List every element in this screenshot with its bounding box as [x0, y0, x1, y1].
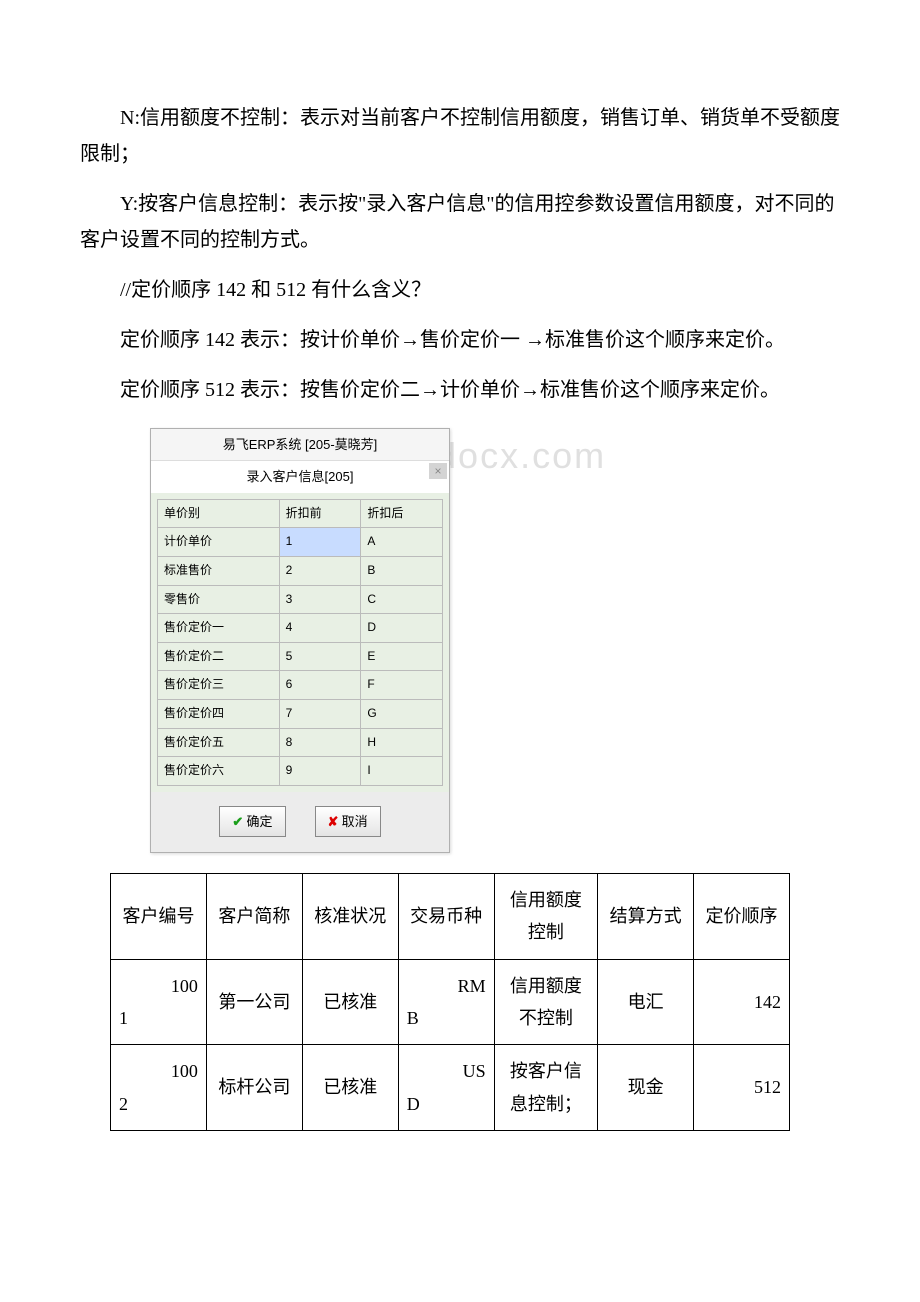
check-icon: ✔: [232, 814, 243, 829]
grid-row[interactable]: 售价定价二 5 E: [158, 642, 443, 671]
cell-before[interactable]: 1: [279, 528, 361, 557]
col-credit-control: 信用额度控制: [494, 873, 598, 959]
paragraph-5: 定价顺序 512 表示：按售价定价二→计价单价→标准售价这个顺序来定价。: [80, 372, 840, 408]
cell-pricetype: 售价定价三: [158, 671, 280, 700]
cell-after[interactable]: F: [361, 671, 443, 700]
cell-customer-code: 100 2: [111, 1045, 207, 1131]
cell-currency: RM B: [398, 959, 494, 1045]
col-approval-status: 核准状况: [302, 873, 398, 959]
cancel-button[interactable]: ✘ 取消: [315, 806, 381, 837]
cell-pricetype: 售价定价四: [158, 699, 280, 728]
cell-customer-code: 100 1: [111, 959, 207, 1045]
cell-approval: 已核准: [302, 1045, 398, 1131]
cell-pricetype: 售价定价二: [158, 642, 280, 671]
cell-after[interactable]: A: [361, 528, 443, 557]
ok-button[interactable]: ✔ 确定: [219, 806, 285, 837]
paragraph-2: Y:按客户信息控制：表示按"录入客户信息"的信用控参数设置信用额度，对不同的客户…: [80, 186, 840, 258]
cell-after[interactable]: I: [361, 757, 443, 786]
grid-row[interactable]: 售价定价六 9 I: [158, 757, 443, 786]
table-header-row: 客户编号 客户简称 核准状况 交易币种 信用额度控制 结算方式 定价顺序: [111, 873, 790, 959]
currency-top: US: [407, 1055, 486, 1087]
dialog-system-title: 易飞ERP系统 [205-莫晓芳]: [151, 429, 449, 461]
code-top: 100: [119, 970, 198, 1002]
cell-after[interactable]: E: [361, 642, 443, 671]
cell-before[interactable]: 9: [279, 757, 361, 786]
cell-before[interactable]: 5: [279, 642, 361, 671]
dialog-subtitle-text: 录入客户信息[205]: [247, 469, 354, 484]
code-top: 100: [119, 1055, 198, 1087]
paragraph-3: //定价顺序 142 和 512 有什么含义？: [80, 272, 840, 308]
cell-before[interactable]: 6: [279, 671, 361, 700]
cell-credit: 信用额度不控制: [494, 959, 598, 1045]
cell-after[interactable]: D: [361, 614, 443, 643]
col-pricing-order: 定价顺序: [694, 873, 790, 959]
cell-customer-name: 第一公司: [206, 959, 302, 1045]
dialog-customer-info: 易飞ERP系统 [205-莫晓芳] 录入客户信息[205] × 单价别 折扣前 …: [150, 428, 450, 853]
cell-pricetype: 计价单价: [158, 528, 280, 557]
cell-settlement: 电汇: [598, 959, 694, 1045]
cell-before[interactable]: 8: [279, 728, 361, 757]
paragraph-4: 定价顺序 142 表示：按计价单价→售价定价一 →标准售价这个顺序来定价。: [80, 322, 840, 358]
cell-pricetype: 售价定价五: [158, 728, 280, 757]
cell-customer-name: 标杆公司: [206, 1045, 302, 1131]
dialog-button-row: ✔ 确定 ✘ 取消: [151, 792, 449, 852]
col-settlement: 结算方式: [598, 873, 694, 959]
col-customer-name: 客户简称: [206, 873, 302, 959]
cell-after[interactable]: C: [361, 585, 443, 614]
grid-row[interactable]: 售价定价一 4 D: [158, 614, 443, 643]
code-bottom: 1: [119, 1002, 198, 1034]
cell-pricetype: 售价定价六: [158, 757, 280, 786]
cell-before[interactable]: 3: [279, 585, 361, 614]
code-bottom: 2: [119, 1088, 198, 1120]
col-customer-code: 客户编号: [111, 873, 207, 959]
cell-credit: 按客户信息控制；: [494, 1045, 598, 1131]
close-icon[interactable]: ×: [429, 463, 447, 479]
table-row: 100 2 标杆公司 已核准 US D 按客户信息控制； 现金 512: [111, 1045, 790, 1131]
grid-row[interactable]: 售价定价五 8 H: [158, 728, 443, 757]
dialog-subtitle: 录入客户信息[205] ×: [151, 461, 449, 492]
grid-row[interactable]: 标准售价 2 B: [158, 556, 443, 585]
table-row: 100 1 第一公司 已核准 RM B 信用额度不控制 电汇 142: [111, 959, 790, 1045]
cell-pricing-order: 512: [694, 1045, 790, 1131]
col-currency: 交易币种: [398, 873, 494, 959]
ok-button-label: 确定: [246, 814, 272, 829]
cell-before[interactable]: 2: [279, 556, 361, 585]
grid-row[interactable]: 售价定价三 6 F: [158, 671, 443, 700]
x-icon: ✘: [328, 814, 339, 829]
currency-top: RM: [407, 970, 486, 1002]
grid-row[interactable]: 计价单价 1 A: [158, 528, 443, 557]
cell-after[interactable]: H: [361, 728, 443, 757]
cell-before[interactable]: 4: [279, 614, 361, 643]
cell-after[interactable]: G: [361, 699, 443, 728]
col-price-type: 单价别: [158, 499, 280, 528]
grid-row[interactable]: 售价定价四 7 G: [158, 699, 443, 728]
col-before-discount: 折扣前: [279, 499, 361, 528]
col-after-discount: 折扣后: [361, 499, 443, 528]
cell-currency: US D: [398, 1045, 494, 1131]
currency-bottom: B: [407, 1002, 486, 1034]
price-type-grid[interactable]: 单价别 折扣前 折扣后 计价单价 1 A 标准售价 2 B: [157, 499, 443, 786]
grid-row[interactable]: 零售价 3 C: [158, 585, 443, 614]
cell-settlement: 现金: [598, 1045, 694, 1131]
cell-approval: 已核准: [302, 959, 398, 1045]
grid-header-row: 单价别 折扣前 折扣后: [158, 499, 443, 528]
cell-after[interactable]: B: [361, 556, 443, 585]
cell-pricetype: 标准售价: [158, 556, 280, 585]
customer-data-table: 客户编号 客户简称 核准状况 交易币种 信用额度控制 结算方式 定价顺序 100…: [110, 873, 790, 1131]
cell-pricing-order: 142: [694, 959, 790, 1045]
cancel-button-label: 取消: [342, 814, 368, 829]
cell-before[interactable]: 7: [279, 699, 361, 728]
cell-pricetype: 零售价: [158, 585, 280, 614]
cell-pricetype: 售价定价一: [158, 614, 280, 643]
currency-bottom: D: [407, 1088, 486, 1120]
paragraph-1: N:信用额度不控制：表示对当前客户不控制信用额度，销售订单、销货单不受额度限制；: [80, 100, 840, 172]
